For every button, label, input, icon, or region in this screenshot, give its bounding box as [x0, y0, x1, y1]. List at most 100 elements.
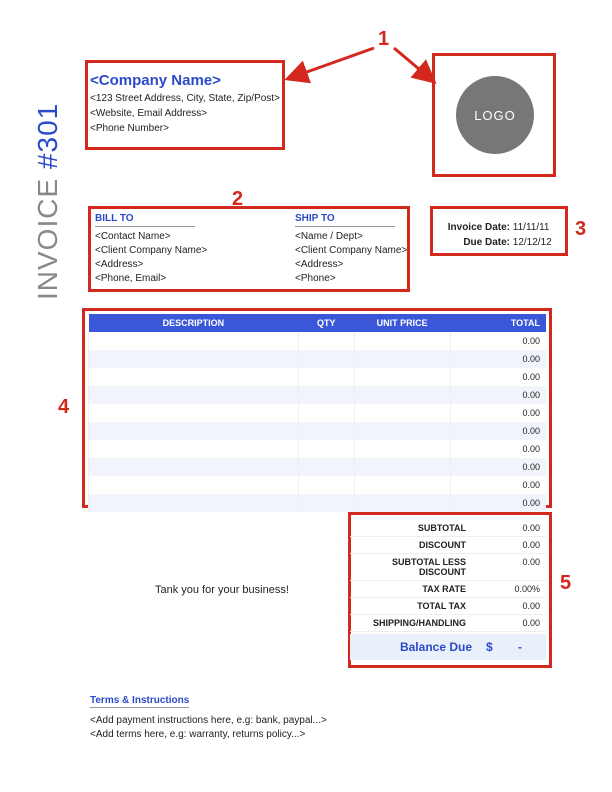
cell-qty: [298, 476, 354, 494]
cell-total: 0.00: [450, 368, 546, 386]
subtotal-value: 0.00: [480, 523, 540, 533]
cell-qty: [298, 350, 354, 368]
cell-unit-price: [354, 476, 450, 494]
terms-header: Terms & Instructions: [90, 695, 189, 708]
cell-description: [89, 422, 299, 440]
cell-unit-price: [354, 440, 450, 458]
total-tax-label: TOTAL TAX: [356, 601, 480, 611]
shipping-value: 0.00: [480, 618, 540, 628]
table-row: 0.00: [89, 386, 547, 404]
cell-unit-price: [354, 386, 450, 404]
cell-total: 0.00: [450, 404, 546, 422]
cell-qty: [298, 422, 354, 440]
discount-value: 0.00: [480, 540, 540, 550]
totals-block: SUBTOTAL0.00 DISCOUNT0.00 SUBTOTAL LESS …: [350, 520, 546, 660]
ship-to-company: <Client Company Name>: [295, 245, 425, 256]
terms-other: <Add terms here, e.g: warranty, returns …: [90, 729, 327, 740]
col-unit-price: UNIT PRICE: [354, 314, 450, 332]
cell-total: 0.00: [450, 332, 546, 350]
ship-to-name-dept: <Name / Dept>: [295, 231, 425, 242]
ship-to-address: <Address>: [295, 259, 425, 270]
cell-description: [89, 476, 299, 494]
cell-qty: [298, 332, 354, 350]
logo-placeholder: LOGO: [456, 76, 534, 154]
thank-you-text: Tank you for your business!: [155, 584, 289, 596]
total-tax-value: 0.00: [480, 601, 540, 611]
table-row: 0.00: [89, 332, 547, 350]
cell-qty: [298, 458, 354, 476]
col-description: DESCRIPTION: [89, 314, 299, 332]
cell-description: [89, 458, 299, 476]
cell-total: 0.00: [450, 440, 546, 458]
cell-unit-price: [354, 458, 450, 476]
cell-description: [89, 350, 299, 368]
callout-number-5: 5: [560, 572, 571, 595]
ship-to-block: SHIP TO <Name / Dept> <Client Company Na…: [295, 210, 425, 287]
due-date-label: Due Date:: [440, 237, 510, 248]
table-row: 0.00: [89, 368, 547, 386]
balance-due-value: -: [500, 640, 540, 654]
callout-number-1: 1: [378, 28, 389, 51]
cell-total: 0.00: [450, 494, 546, 512]
subtotal-label: SUBTOTAL: [356, 523, 480, 533]
cell-description: [89, 440, 299, 458]
tax-rate-value: 0.00%: [480, 584, 540, 594]
cell-qty: [298, 386, 354, 404]
table-row: 0.00: [89, 404, 547, 422]
company-address: <123 Street Address, City, State, Zip/Po…: [90, 93, 280, 104]
cell-description: [89, 368, 299, 386]
table-row: 0.00: [89, 494, 547, 512]
callout-number-3: 3: [575, 218, 586, 241]
col-qty: QTY: [298, 314, 354, 332]
cell-unit-price: [354, 404, 450, 422]
invoice-label-text: INVOICE: [32, 169, 63, 300]
logo-block: LOGO: [440, 60, 550, 170]
subtotal-less-label: SUBTOTAL LESS DISCOUNT: [356, 557, 480, 577]
cell-unit-price: [354, 422, 450, 440]
col-total: TOTAL: [450, 314, 546, 332]
balance-due-currency: $: [486, 640, 500, 654]
ship-to-phone: <Phone>: [295, 273, 425, 284]
cell-total: 0.00: [450, 350, 546, 368]
company-phone: <Phone Number>: [90, 123, 280, 134]
table-row: 0.00: [89, 440, 547, 458]
cell-description: [89, 386, 299, 404]
terms-block: Terms & Instructions <Add payment instru…: [90, 692, 327, 743]
company-name: <Company Name>: [90, 72, 280, 89]
cell-description: [89, 332, 299, 350]
cell-qty: [298, 440, 354, 458]
cell-total: 0.00: [450, 476, 546, 494]
discount-label: DISCOUNT: [356, 540, 480, 550]
cell-unit-price: [354, 494, 450, 512]
callout-number-4: 4: [58, 396, 69, 419]
bill-to-header: BILL TO: [95, 213, 195, 227]
tax-rate-label: TAX RATE: [356, 584, 480, 594]
dates-block: Invoice Date: 11/11/11 Due Date: 12/12/1…: [440, 218, 560, 252]
balance-due-row: Balance Due $ -: [350, 634, 546, 660]
cell-description: [89, 494, 299, 512]
cell-qty: [298, 404, 354, 422]
cell-qty: [298, 368, 354, 386]
bill-to-block: BILL TO <Contact Name> <Client Company N…: [95, 210, 275, 287]
callout-number-2: 2: [232, 188, 243, 211]
bill-to-company: <Client Company Name>: [95, 245, 275, 256]
company-info-block: <Company Name> <123 Street Address, City…: [90, 68, 280, 138]
cell-unit-price: [354, 368, 450, 386]
shipping-label: SHIPPING/HANDLING: [356, 618, 480, 628]
cell-unit-price: [354, 332, 450, 350]
invoice-date-value: 11/11/11: [513, 222, 550, 233]
company-web-email: <Website, Email Address>: [90, 108, 280, 119]
invoice-number: #301: [32, 103, 63, 169]
balance-due-label: Balance Due: [356, 640, 486, 654]
terms-payment: <Add payment instructions here, e.g: ban…: [90, 715, 327, 726]
cell-qty: [298, 494, 354, 512]
cell-total: 0.00: [450, 458, 546, 476]
cell-total: 0.00: [450, 422, 546, 440]
table-row: 0.00: [89, 476, 547, 494]
table-row: 0.00: [89, 350, 547, 368]
invoice-side-label: INVOICE #301: [32, 103, 64, 300]
due-date-value: 12/12/12: [513, 237, 552, 248]
ship-to-header: SHIP TO: [295, 213, 395, 227]
table-row: 0.00: [89, 458, 547, 476]
cell-description: [89, 404, 299, 422]
